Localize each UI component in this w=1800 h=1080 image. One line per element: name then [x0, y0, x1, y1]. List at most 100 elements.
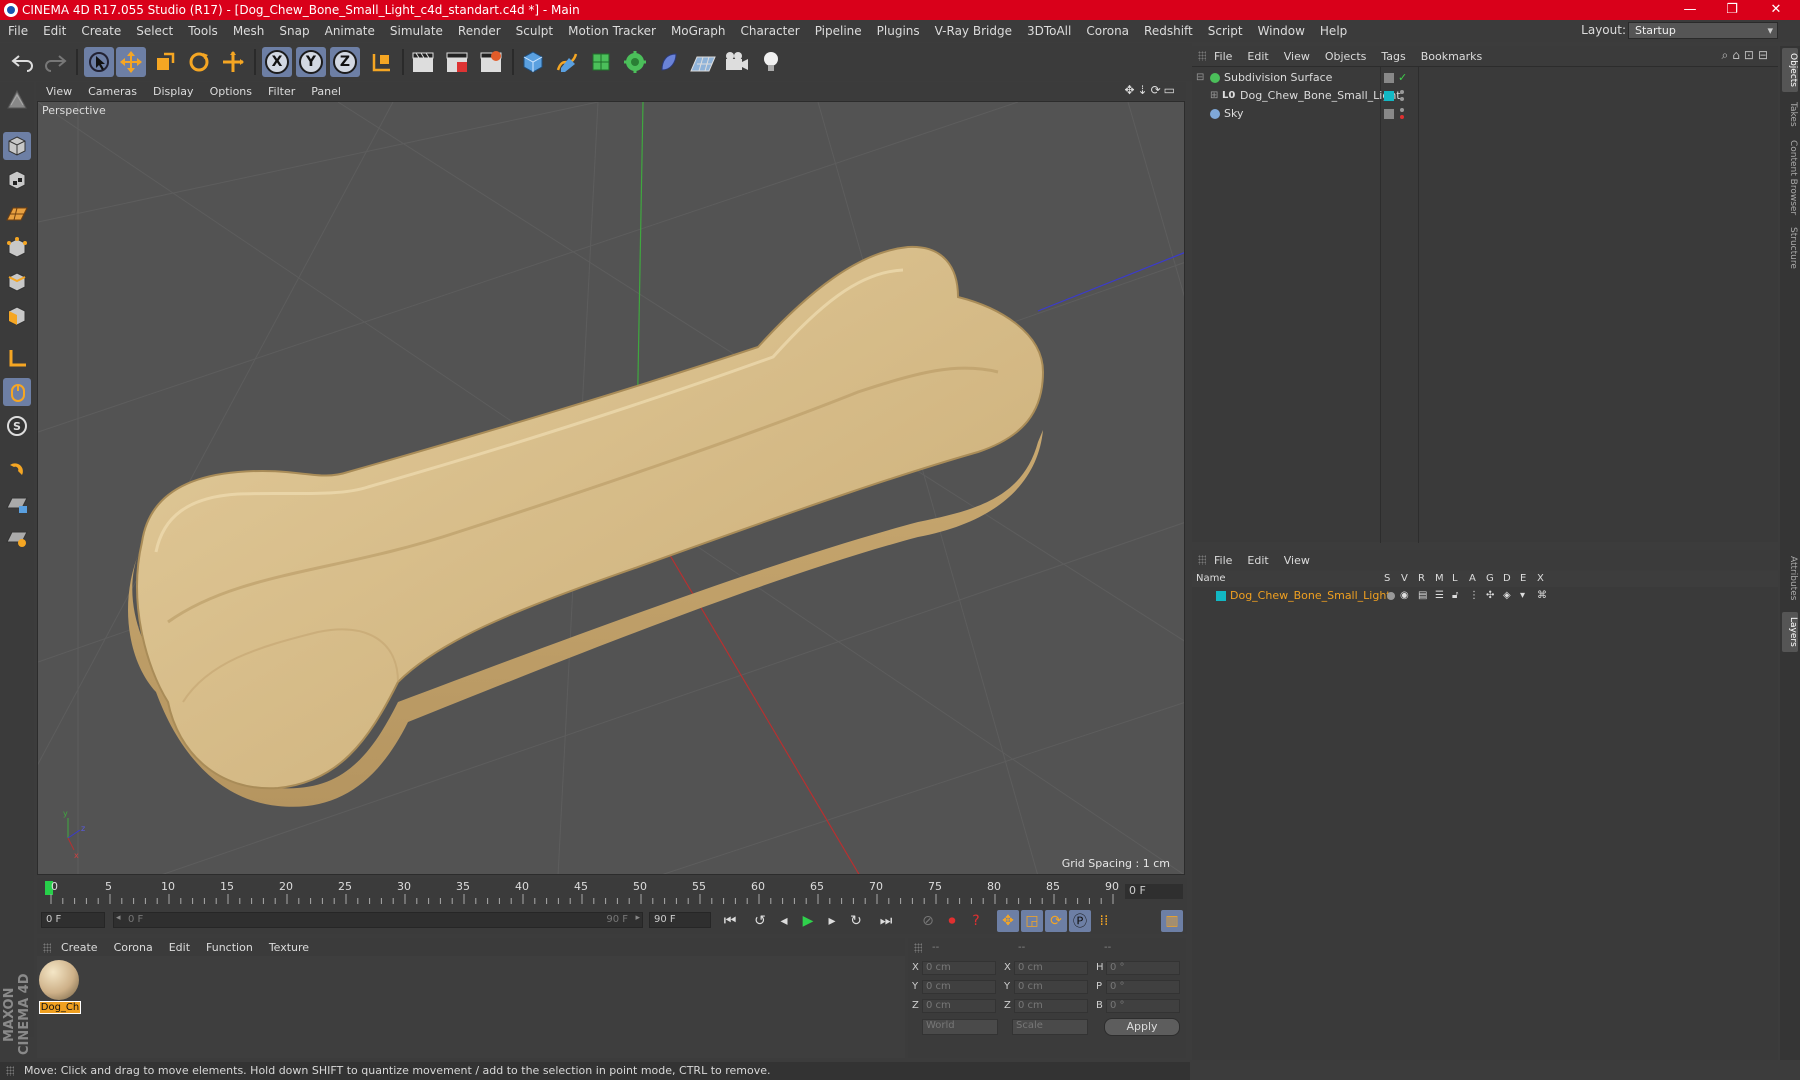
tweak-mode-button[interactable]: [3, 378, 31, 406]
menu-plugins[interactable]: Plugins: [877, 24, 920, 38]
column-manager[interactable]: M: [1435, 573, 1444, 584]
layer-color-icon[interactable]: [1384, 91, 1394, 101]
render-visibility-dot[interactable]: [1400, 115, 1404, 119]
editor-visibility-dot[interactable]: [1400, 108, 1404, 112]
deformer-icon[interactable]: ◈: [1503, 587, 1511, 605]
move-tool-button[interactable]: [116, 47, 146, 77]
xref-icon[interactable]: ⌘: [1537, 587, 1547, 605]
column-locked[interactable]: L: [1452, 573, 1458, 584]
menu-vray-bridge[interactable]: V-Ray Bridge: [935, 24, 1012, 38]
timeline-ruler[interactable]: 0 5 10 15 20 25 30 35 40 45 50 55 60 65 …: [37, 878, 1187, 908]
tab-takes[interactable]: Takes: [1782, 96, 1798, 132]
menu-redshift[interactable]: Redshift: [1144, 24, 1193, 38]
menu-mograph[interactable]: MoGraph: [671, 24, 726, 38]
solo-dot-icon[interactable]: [1387, 592, 1395, 600]
add-light-button[interactable]: [756, 47, 786, 77]
render-clapper-icon[interactable]: ▤: [1418, 587, 1427, 605]
keyframe-selection-button[interactable]: ?: [965, 910, 987, 932]
column-generators[interactable]: G: [1486, 573, 1494, 584]
layers-menu-file[interactable]: File: [1214, 554, 1232, 567]
lock-icon[interactable]: 🔓︎: [1452, 587, 1458, 605]
manager-list-icon[interactable]: ☰: [1435, 587, 1444, 605]
add-array-button[interactable]: [620, 47, 650, 77]
object-row-sky[interactable]: Sky: [1192, 105, 1778, 123]
close-button[interactable]: ✕: [1756, 0, 1796, 20]
menu-tools[interactable]: Tools: [188, 24, 218, 38]
menu-edit[interactable]: Edit: [43, 24, 66, 38]
make-editable-button[interactable]: [3, 86, 31, 114]
rot-h-field[interactable]: 0 °: [1106, 961, 1180, 975]
panel-grip[interactable]: [1198, 51, 1206, 61]
menu-select[interactable]: Select: [136, 24, 173, 38]
menu-simulate[interactable]: Simulate: [390, 24, 443, 38]
pos-x-field[interactable]: 0 cm: [922, 961, 996, 975]
enable-snap-button[interactable]: [3, 454, 31, 482]
tab-layers[interactable]: Layers: [1782, 612, 1798, 652]
menu-character[interactable]: Character: [740, 24, 799, 38]
planar-workplane-button[interactable]: [3, 524, 31, 552]
polygons-mode-button[interactable]: [3, 302, 31, 330]
column-expressions[interactable]: E: [1520, 573, 1526, 584]
menu-script[interactable]: Script: [1208, 24, 1243, 38]
menu-motion-tracker[interactable]: Motion Tracker: [568, 24, 656, 38]
column-animation[interactable]: A: [1469, 573, 1476, 584]
objects-menu-tags[interactable]: Tags: [1381, 50, 1405, 63]
add-cube-button[interactable]: [518, 47, 548, 77]
edges-mode-button[interactable]: [3, 268, 31, 296]
objects-menu-view[interactable]: View: [1284, 50, 1310, 63]
y-axis-lock-button[interactable]: Y: [296, 47, 326, 77]
menu-create[interactable]: Create: [81, 24, 121, 38]
render-picture-viewer-button[interactable]: [442, 47, 472, 77]
panel-grip[interactable]: [43, 943, 51, 953]
timeline-window-button[interactable]: ▥: [1161, 910, 1183, 932]
menu-pipeline[interactable]: Pipeline: [815, 24, 862, 38]
material-menu-corona[interactable]: Corona: [114, 941, 153, 954]
layers-menu-view[interactable]: View: [1284, 554, 1310, 567]
tab-objects[interactable]: Objects: [1782, 48, 1798, 92]
menu-sculpt[interactable]: Sculpt: [516, 24, 553, 38]
frame-range-slider[interactable]: ◂ 0 F 90 F ▸: [113, 912, 643, 928]
axis-mode-button[interactable]: [3, 344, 31, 372]
play-button[interactable]: ▶: [797, 910, 819, 932]
column-render[interactable]: R: [1418, 573, 1425, 584]
material-menu-texture[interactable]: Texture: [269, 941, 309, 954]
render-visibility-dot[interactable]: [1400, 97, 1404, 101]
eye-icon[interactable]: ◉: [1400, 587, 1409, 605]
model-mode-button[interactable]: [3, 132, 31, 160]
objects-menu-bookmarks[interactable]: Bookmarks: [1421, 50, 1482, 63]
texture-mode-button[interactable]: [3, 166, 31, 194]
pos-z-field[interactable]: 0 cm: [922, 999, 996, 1013]
objects-menu-objects[interactable]: Objects: [1325, 50, 1367, 63]
menu-window[interactable]: Window: [1258, 24, 1305, 38]
viewport-menu-panel[interactable]: Panel: [311, 85, 341, 98]
editor-visibility-dot[interactable]: [1400, 90, 1404, 94]
collapse-icon[interactable]: ⊟: [1196, 69, 1204, 87]
layers-menu-edit[interactable]: Edit: [1247, 554, 1268, 567]
panel-grip[interactable]: [1198, 555, 1206, 565]
viewport-menu-display[interactable]: Display: [153, 85, 194, 98]
object-row-subdivision-surface[interactable]: ⊟ Subdivision Surface ✓: [1192, 69, 1778, 87]
apply-button[interactable]: Apply: [1104, 1018, 1180, 1036]
objects-menu-file[interactable]: File: [1214, 50, 1232, 63]
snap-solo-button[interactable]: S: [3, 412, 31, 440]
start-frame-field[interactable]: 0 F: [41, 912, 105, 928]
key-pla-button[interactable]: ⁞⁞: [1093, 910, 1115, 932]
key-scale-button[interactable]: ◲: [1021, 910, 1043, 932]
previous-frame-button[interactable]: ◂: [773, 910, 795, 932]
transform-tool-button[interactable]: [218, 47, 248, 77]
pos-y-field[interactable]: 0 cm: [922, 980, 996, 994]
material-menu-edit[interactable]: Edit: [169, 941, 190, 954]
generator-icon[interactable]: ✣: [1486, 587, 1494, 605]
size-y-field[interactable]: 0 cm: [1014, 980, 1088, 994]
menu-file[interactable]: File: [8, 24, 28, 38]
key-position-button[interactable]: ✥: [997, 910, 1019, 932]
record-keys-button[interactable]: ⊘: [917, 910, 939, 932]
column-view[interactable]: V: [1401, 573, 1408, 584]
viewport-nav-icons[interactable]: ✥⇣⟳▭: [1124, 83, 1178, 97]
go-to-start-button[interactable]: ⏮: [719, 910, 741, 932]
previous-key-button[interactable]: ↺: [749, 910, 771, 932]
minimize-button[interactable]: —: [1670, 0, 1710, 20]
locked-workplane-button[interactable]: [3, 490, 31, 518]
layer-slot-icon[interactable]: [1384, 73, 1394, 83]
panel-grip[interactable]: [914, 943, 922, 953]
